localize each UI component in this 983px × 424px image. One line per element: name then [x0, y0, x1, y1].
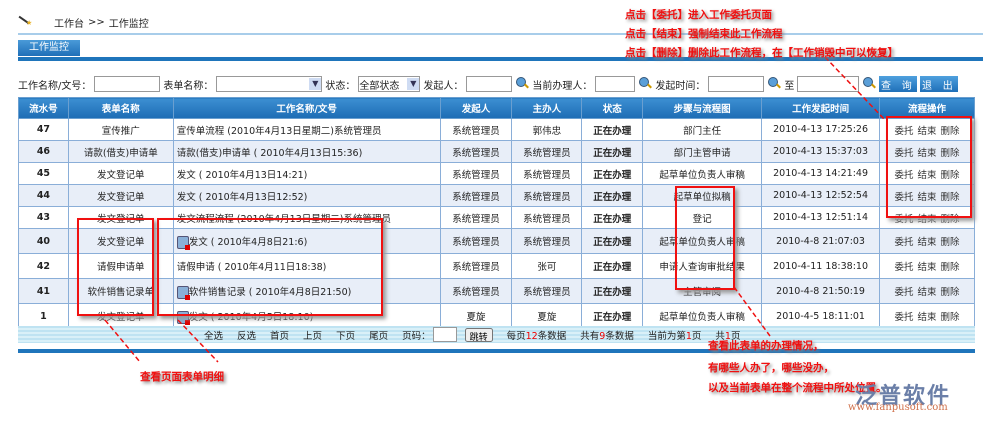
annotation-bottom-left: 查看页面表单明细 — [140, 371, 224, 383]
annotation-bottom-right-2: 有哪些人办了，哪些没办， — [708, 362, 834, 374]
annotation-bottom-right-1: 查看此表单的办理情况， — [708, 340, 824, 352]
annotation-top-2: 点击【结束】强制结束此工作流程 — [625, 28, 783, 40]
logo-url: www.fanpusoft.com — [848, 402, 948, 413]
annotation-top-1: 点击【委托】进入工作委托页面 — [625, 9, 772, 21]
annotation-arrows — [104, 56, 886, 363]
annotation-top-3: 点击【删除】删除此工作流程，在【工作销毁中可以恢复】 — [625, 47, 898, 59]
